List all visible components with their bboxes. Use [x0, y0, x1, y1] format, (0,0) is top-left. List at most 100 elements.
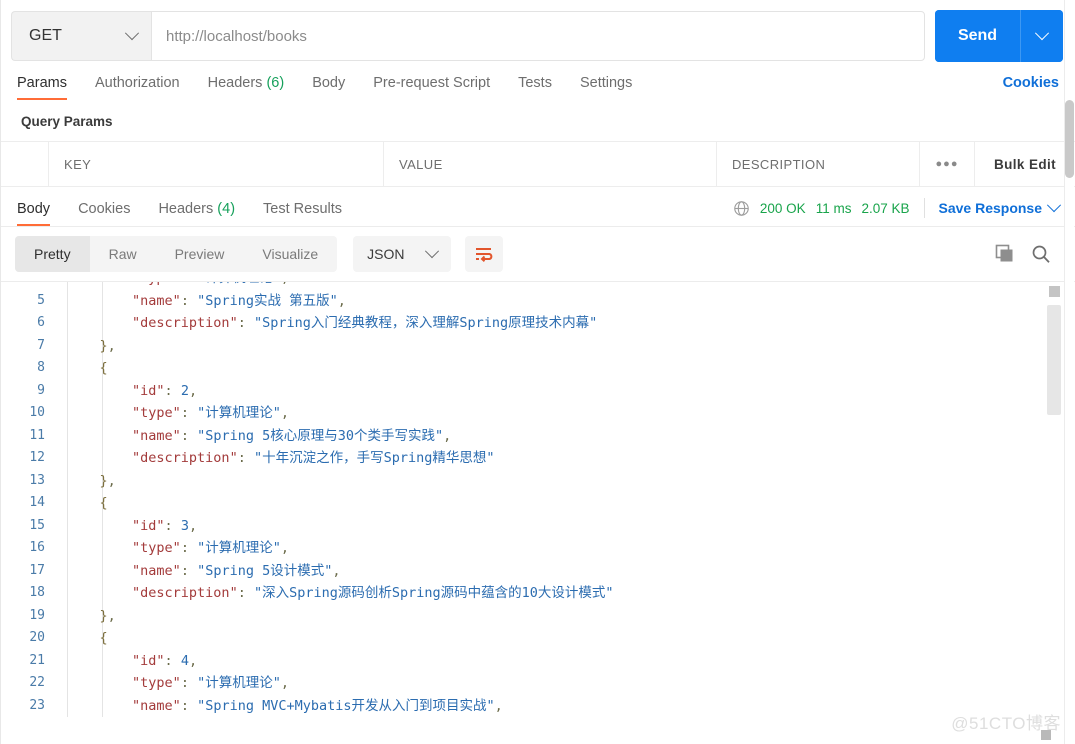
- params-column-description: DESCRIPTION: [717, 142, 920, 186]
- tab-headers[interactable]: Headers (6): [208, 75, 285, 100]
- tab-settings[interactable]: Settings: [580, 75, 632, 100]
- view-visualize[interactable]: Visualize: [243, 236, 337, 272]
- chevron-down-icon: [124, 26, 140, 41]
- tab-label: Test Results: [263, 201, 343, 217]
- save-response-button[interactable]: Save Response: [938, 198, 1062, 216]
- tab-body[interactable]: Body: [312, 75, 345, 100]
- tab-label: Pre-request Script: [373, 75, 491, 91]
- line-number: 8: [37, 360, 45, 375]
- line-number: 4: [1, 282, 57, 290]
- code-lines: 4 "type": "计算机理论",5 "name": "Spring实战 第五…: [1, 282, 1075, 718]
- chevron-down-icon: [424, 244, 439, 259]
- response-body-scrollbar[interactable]: [1047, 286, 1061, 742]
- response-headers-count-badge: (4): [217, 201, 236, 217]
- code-line: 6 "description": "Spring入门经典教程，深入理解Sprin…: [1, 312, 1075, 335]
- chevron-down-icon: [1046, 198, 1062, 213]
- scrollbar-thumb[interactable]: [1047, 305, 1061, 415]
- params-select-all-cell: [1, 142, 49, 186]
- headers-count-badge: (6): [266, 75, 285, 91]
- view-preview[interactable]: Preview: [156, 236, 244, 272]
- code-line-content: },: [99, 472, 116, 489]
- params-more-options-icon[interactable]: ●●●: [920, 142, 975, 186]
- save-response-label: Save Response: [938, 200, 1043, 216]
- line-number: 17: [29, 562, 45, 578]
- code-line-content: },: [99, 607, 116, 624]
- tab-label: Cookies: [78, 201, 131, 217]
- line-number: 5: [37, 292, 45, 308]
- line-number: 13: [29, 472, 45, 488]
- line-number: 18: [29, 585, 45, 600]
- code-line-content: {: [99, 360, 108, 376]
- view-raw[interactable]: Raw: [90, 236, 156, 272]
- scrollbar-thumb[interactable]: [1065, 100, 1074, 178]
- code-line-content: "name": "Spring 5核心原理与30个类手写实践",: [132, 427, 452, 444]
- code-line-content: },: [99, 337, 116, 354]
- copy-icon: [995, 244, 1013, 262]
- postman-app-window: GET Send Params Authorization Headers (6…: [0, 0, 1075, 744]
- response-tab-cookies[interactable]: Cookies: [78, 201, 130, 226]
- send-options-dropdown[interactable]: [1020, 10, 1063, 62]
- code-line-content: "type": "计算机理论",: [57, 282, 1075, 290]
- cookies-link[interactable]: Cookies: [1003, 75, 1059, 100]
- scroll-up-button[interactable]: [1049, 286, 1060, 297]
- response-tab-test-results[interactable]: Test Results: [263, 201, 342, 226]
- tab-tests[interactable]: Tests: [518, 75, 552, 100]
- view-pretty[interactable]: Pretty: [15, 236, 90, 272]
- query-params-table-header: KEY VALUE DESCRIPTION ●●● Bulk Edit: [1, 141, 1075, 187]
- divider: [923, 198, 925, 218]
- http-method-label: GET: [29, 27, 62, 44]
- tab-label: Body: [17, 201, 51, 217]
- code-line: 21 "id": 4,: [1, 650, 1075, 673]
- code-line-content: {: [99, 630, 108, 646]
- code-line: 23 "name": "Spring MVC+Mybatis开发从入门到项目实战…: [1, 695, 1075, 718]
- code-line: 5 "name": "Spring实战 第五版",: [1, 290, 1075, 313]
- code-line: 4 "type": "计算机理论",: [1, 282, 1075, 290]
- http-method-dropdown[interactable]: GET: [11, 11, 151, 61]
- tab-pre-request-script[interactable]: Pre-request Script: [373, 75, 490, 100]
- word-wrap-toggle[interactable]: [464, 236, 503, 272]
- code-line-content: "type": "计算机理论",: [132, 540, 289, 556]
- code-line: 16 "type": "计算机理论",: [1, 537, 1075, 560]
- code-line-content: "id": 4,: [132, 652, 198, 669]
- tab-authorization[interactable]: Authorization: [95, 75, 180, 100]
- code-scroll-container: 4 "type": "计算机理论",5 "name": "Spring实战 第五…: [1, 282, 1075, 718]
- code-line-content: "id": 2,: [132, 382, 198, 399]
- code-line-content: "name": "Spring实战 第五版",: [132, 292, 346, 309]
- line-number: 23: [29, 697, 45, 713]
- code-line: 14 {: [1, 492, 1075, 515]
- code-line-content: "type": "计算机理论",: [132, 405, 289, 421]
- page-scrollbar[interactable]: [1065, 100, 1074, 720]
- bulk-edit-button[interactable]: Bulk Edit: [975, 142, 1075, 186]
- word-wrap-icon: [476, 248, 493, 262]
- send-button-group: Send: [935, 10, 1063, 62]
- code-line-content: "description": "Spring入门经典教程，深入理解Spring原…: [132, 315, 598, 331]
- response-body-code-viewer[interactable]: 4 "type": "计算机理论",5 "name": "Spring实战 第五…: [1, 281, 1075, 734]
- request-tab-bar: Params Authorization Headers (6) Body Pr…: [1, 62, 1075, 100]
- send-button[interactable]: Send: [935, 10, 1020, 62]
- line-number: 6: [37, 315, 45, 330]
- response-tab-headers[interactable]: Headers (4): [158, 201, 235, 226]
- code-line: 19 },: [1, 605, 1075, 628]
- code-line-content: "type": "计算机理论",: [132, 675, 289, 691]
- code-line: 13 },: [1, 470, 1075, 493]
- response-size: 2.07 KB: [861, 200, 910, 216]
- response-toolbar-actions: [995, 244, 1059, 264]
- line-number: 21: [29, 652, 45, 668]
- response-format-dropdown[interactable]: JSON: [353, 236, 451, 272]
- code-line: 12 "description": "十年沉淀之作，手写Spring精华思想": [1, 447, 1075, 470]
- request-url-input[interactable]: [151, 11, 925, 61]
- search-button[interactable]: [1031, 244, 1051, 264]
- code-line: 18 "description": "深入Spring源码创析Spring源码中…: [1, 582, 1075, 605]
- code-line-content: {: [99, 495, 108, 511]
- copy-button[interactable]: [995, 244, 1015, 264]
- tab-params[interactable]: Params: [17, 75, 67, 100]
- response-tab-body[interactable]: Body: [17, 201, 51, 226]
- code-line: 8 {: [1, 357, 1075, 380]
- code-line: 9 "id": 2,: [1, 380, 1075, 403]
- tab-label: Body: [312, 75, 346, 91]
- line-number: 11: [29, 427, 45, 443]
- line-number: 10: [29, 405, 45, 420]
- line-number: 20: [29, 630, 45, 645]
- params-column-key: KEY: [49, 142, 384, 186]
- line-number: 12: [29, 450, 45, 465]
